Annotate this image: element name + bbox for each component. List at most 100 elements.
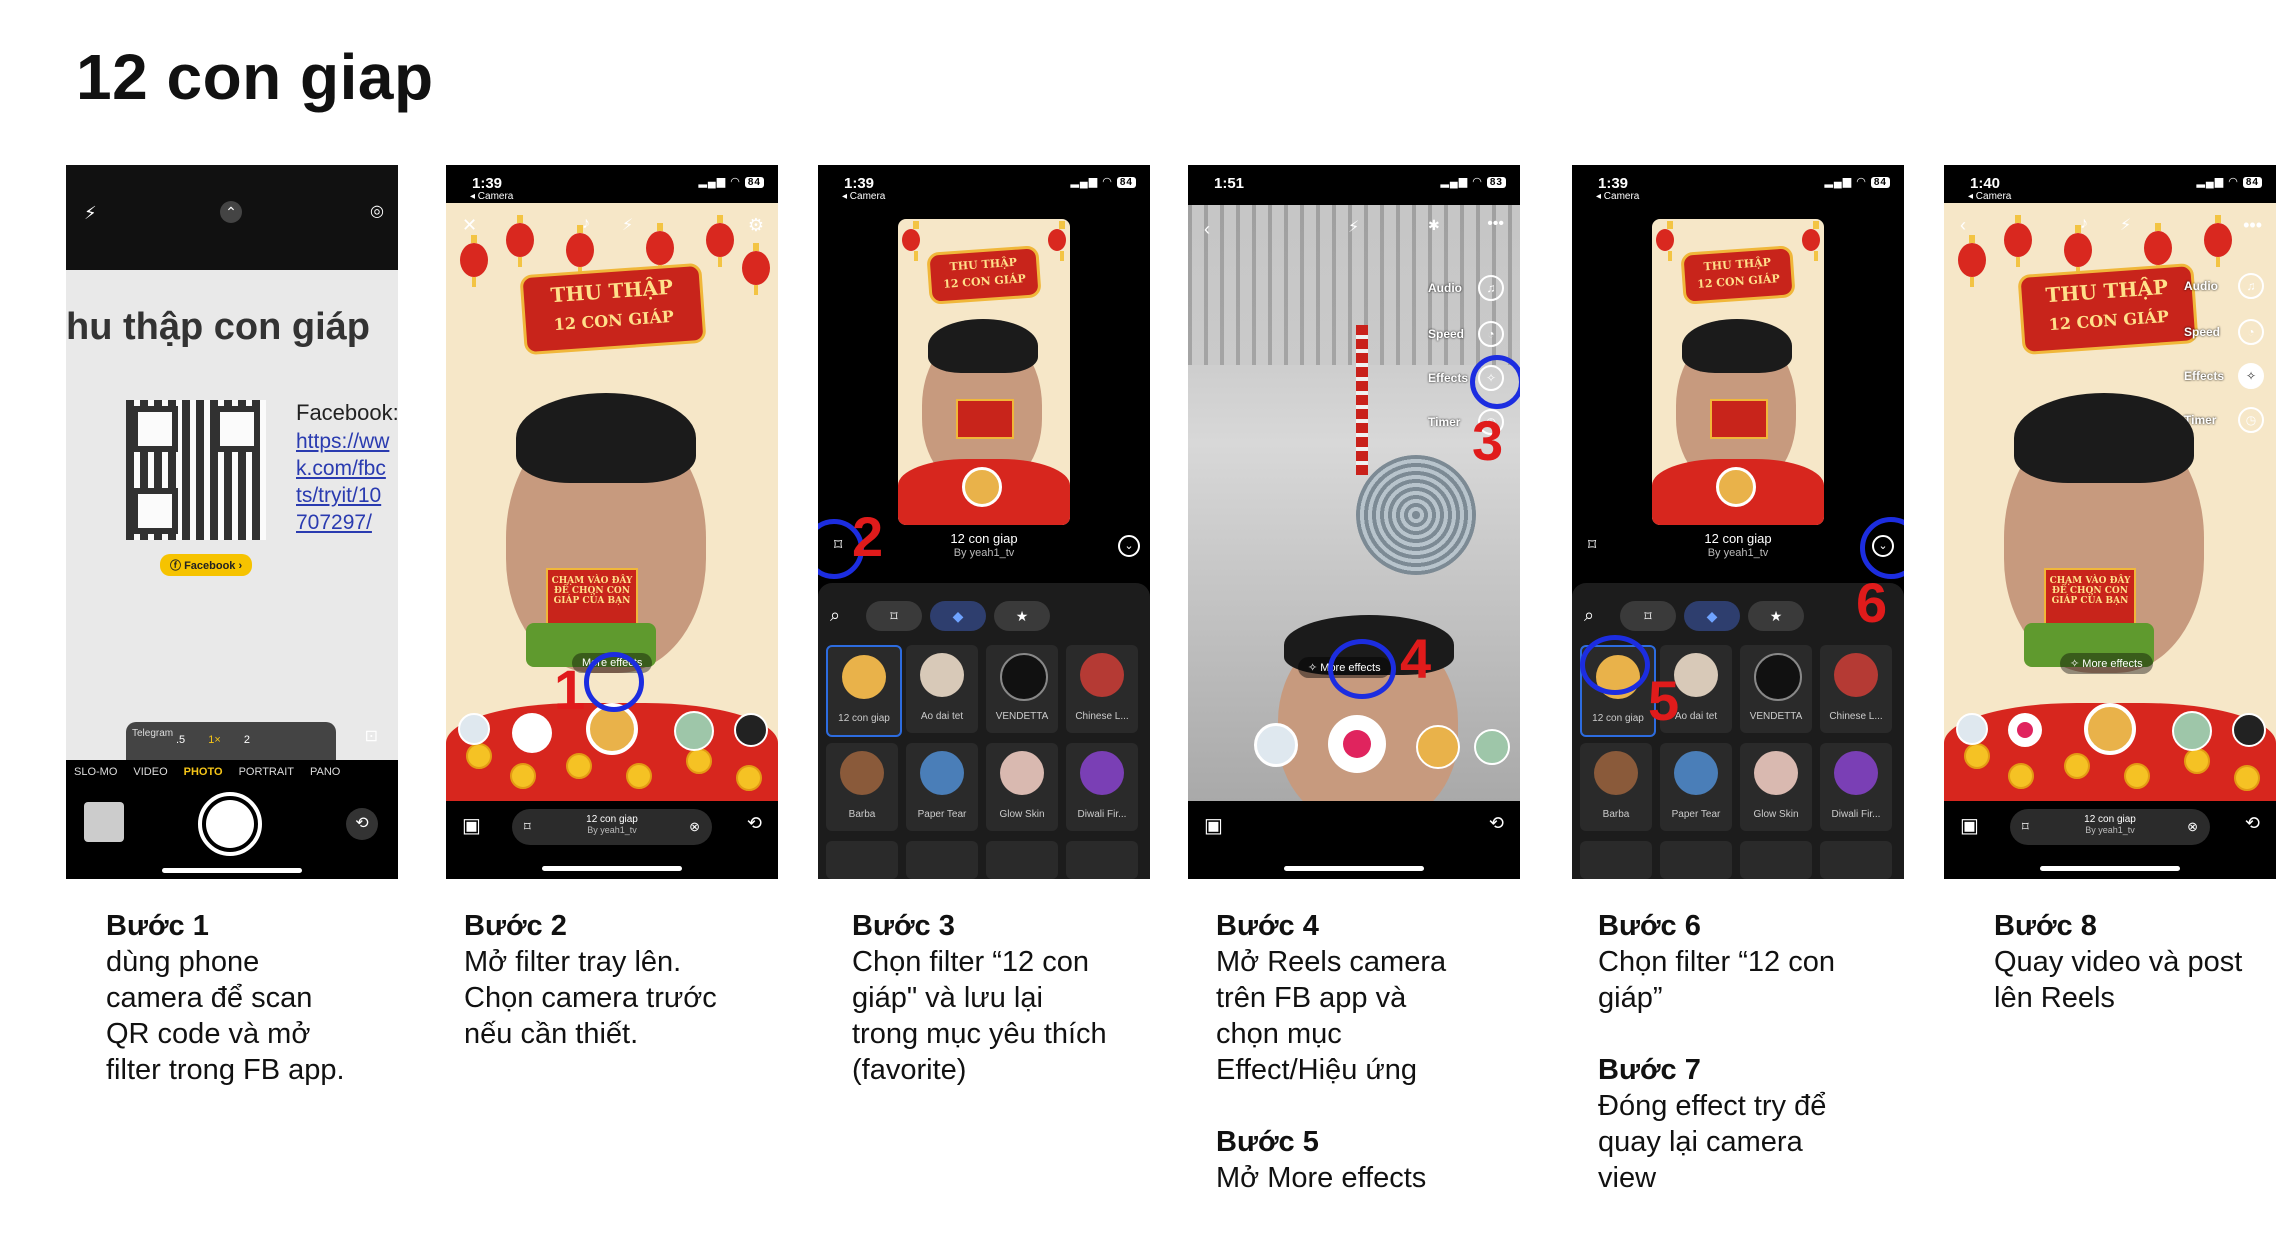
tap-to-choose-sign[interactable]: CHẠM VÀO ĐÂY ĐỂ CHỌN CON GIÁP CỦA BẠN	[2044, 568, 2136, 630]
effect-tile[interactable]: Diwali Fir...	[1820, 743, 1892, 831]
chevron-up-icon[interactable]: ⌃	[220, 201, 242, 223]
tab-trending[interactable]: ◆	[1684, 601, 1740, 631]
flash-icon[interactable]: ⚡︎	[1348, 217, 1359, 237]
step-6-highlight	[1860, 517, 1904, 579]
effect-tile[interactable]: Barba	[826, 743, 898, 831]
zoom-controls[interactable]: .5 1× 2	[176, 734, 250, 746]
effect-tile[interactable]: Ao dai tet	[906, 645, 978, 733]
music-icon[interactable]: ♫	[2238, 273, 2264, 299]
back-icon[interactable]: ‹	[1960, 215, 1966, 236]
close-circle-icon[interactable]: ⊗	[2187, 819, 2198, 835]
home-indicator	[542, 866, 682, 871]
effect-thumb[interactable]	[1474, 729, 1510, 765]
search-icon[interactable]: ⌕	[830, 605, 840, 626]
flip-camera-icon[interactable]: ⟲	[747, 813, 762, 834]
effects-label[interactable]: Effects	[2184, 369, 2224, 383]
effect-tile[interactable]: Glow Skin	[986, 743, 1058, 831]
speed-icon[interactable]: ◔	[1478, 321, 1504, 347]
settings-icon[interactable]: ⚙	[748, 215, 764, 236]
effect-tile[interactable]: Glow Skin	[1740, 743, 1812, 831]
effect-tile[interactable]: Paper Tear	[906, 743, 978, 831]
bookmark-icon[interactable]: ⌑	[524, 819, 531, 835]
gallery-icon[interactable]: ▣	[1960, 813, 1979, 838]
flash-auto-icon[interactable]: ✱	[1428, 217, 1440, 234]
filter-preview-card[interactable]: THU THẬP 12 CON GIÁP	[1652, 219, 1824, 525]
timer-icon[interactable]: ◷	[2238, 407, 2264, 433]
gallery-icon[interactable]: ▣	[1204, 813, 1223, 838]
tab-saved[interactable]: ⌑	[1620, 601, 1676, 631]
sparkle-icon: ✧	[2070, 658, 2083, 670]
effect-tile[interactable]: 12 con giap	[826, 645, 902, 737]
live-photo-icon[interactable]: ◎	[370, 201, 384, 221]
filter-preview-card[interactable]: THU THẬP 12 CON GIÁP	[898, 219, 1070, 525]
gallery-icon[interactable]: ▣	[462, 813, 481, 838]
wave-effect-thumb[interactable]	[1254, 723, 1298, 767]
facebook-qr-badge[interactable]: ⓕ Facebook ›	[160, 554, 253, 576]
mode-selector[interactable]: SLO-MO VIDEO PHOTO PORTRAIT PANO	[74, 766, 394, 778]
effect-tile[interactable]: Barba	[1580, 743, 1652, 831]
record-button[interactable]	[2008, 713, 2042, 747]
screenshot-step-2: 1:39 ◂ Camera ▂▄▆ ◠ 84 ✕ ♪ ⚡︎ ⚙ THU THẬP 1…	[446, 165, 778, 879]
close-circle-icon[interactable]: ⊗	[689, 819, 700, 835]
tab-trending[interactable]: ◆	[930, 601, 986, 631]
audio-label[interactable]: Audio	[1428, 281, 1462, 295]
flip-camera-icon[interactable]: ⟲	[2245, 813, 2260, 834]
effect-tile[interactable]: Diwali Fir...	[1066, 743, 1138, 831]
filter-name-pill[interactable]: ⌑ 12 con giap By yeah1_tv ⊗	[2010, 809, 2210, 845]
screenshot-step-4: 1:51 ▂▄▆ ◠ 83 ‹ ⚡︎ ✱ ••• Audio ♫ Speed ◔…	[1188, 165, 1520, 879]
speed-label[interactable]: Speed	[2184, 325, 2220, 339]
effect-thumb[interactable]	[2232, 713, 2266, 747]
close-icon[interactable]: ✕	[462, 215, 477, 236]
effect-thumb[interactable]	[734, 713, 768, 747]
more-icon[interactable]: •••	[1487, 215, 1504, 233]
status-bar: 1:39 ◂ Camera ▂▄▆ ◠ 84	[446, 169, 778, 203]
effect-tile[interactable]: Paper Tear	[1660, 743, 1732, 831]
flash-icon[interactable]: ⚡︎	[622, 215, 633, 235]
filter-name-pill[interactable]: ⌑ 12 con giap By yeah1_tv ⊗	[512, 809, 712, 845]
music-icon[interactable]: ♫	[1478, 275, 1504, 301]
more-icon[interactable]: •••	[2243, 215, 2262, 236]
tap-to-choose-sign[interactable]: CHẠM VÀO ĐÂY ĐỂ CHỌN CON GIÁP CỦA BẠN	[546, 568, 638, 630]
step-6-marker: 6	[1856, 571, 1888, 634]
wave-effect-thumb[interactable]	[458, 713, 490, 745]
capture-button[interactable]	[512, 713, 552, 753]
effects-label[interactable]: Effects	[1428, 371, 1468, 385]
shutter-button[interactable]	[198, 792, 262, 856]
screenshot-step-6: 1:39 ◂ Camera ▂▄▆ ◠ 84 THU THẬP 12 CON GIÁ…	[1572, 165, 1904, 879]
audio-label[interactable]: Audio	[2184, 279, 2218, 293]
wave-effect-thumb[interactable]	[1956, 713, 1988, 745]
search-icon[interactable]: ⌕	[1584, 605, 1594, 626]
effects-tray: ⌕ ⌑ ◆ ★ 12 con giap Ao dai tet VENDETTA …	[1572, 583, 1904, 879]
chevron-down-icon[interactable]: ⌄	[1118, 535, 1140, 557]
back-icon[interactable]: ‹	[1204, 219, 1210, 240]
bookmark-icon[interactable]: ⌑	[2022, 819, 2029, 835]
effects-icon[interactable]: ✧	[2238, 363, 2264, 389]
effect-thumb[interactable]	[1416, 725, 1460, 769]
more-effects-button[interactable]: ✧ More effects	[2060, 653, 2153, 674]
flip-camera-icon[interactable]: ⟲	[346, 808, 378, 840]
effect-tile[interactable]: Chinese L...	[1820, 645, 1892, 733]
timer-label[interactable]: Timer	[1428, 415, 1460, 429]
scan-text-icon[interactable]: ⊡	[365, 726, 378, 746]
effect-tile[interactable]: Chinese L...	[1066, 645, 1138, 733]
flash-icon[interactable]: ⚡︎	[2120, 215, 2131, 235]
flip-camera-icon[interactable]: ⟲	[1489, 813, 1504, 834]
sound-icon[interactable]: ♪	[2080, 215, 2088, 233]
camera-preview: ‹ ♪ ⚡︎ ••• THU THẬP 12 CON GIÁP Audio ♫ S…	[1944, 203, 2276, 801]
speed-label[interactable]: Speed	[1428, 327, 1464, 341]
tab-saved[interactable]: ⌑	[866, 601, 922, 631]
tab-favorites[interactable]: ★	[1748, 601, 1804, 631]
bookmark-icon[interactable]: ⌑	[1588, 535, 1596, 555]
qr-code[interactable]	[126, 400, 266, 540]
effect-tile[interactable]: VENDETTA	[1740, 645, 1812, 733]
effect-thumb[interactable]	[2172, 711, 2212, 751]
selected-filter-thumb[interactable]	[2084, 703, 2136, 755]
sound-icon[interactable]: ♪	[582, 215, 590, 233]
speed-icon[interactable]: ◔	[2238, 319, 2264, 345]
photo-thumbnail[interactable]	[84, 802, 124, 842]
record-button[interactable]	[1328, 715, 1386, 773]
effect-tile[interactable]: VENDETTA	[986, 645, 1058, 733]
effect-thumb[interactable]	[674, 711, 714, 751]
flash-off-icon[interactable]: ⚡︎	[84, 203, 97, 224]
tab-favorites[interactable]: ★	[994, 601, 1050, 631]
